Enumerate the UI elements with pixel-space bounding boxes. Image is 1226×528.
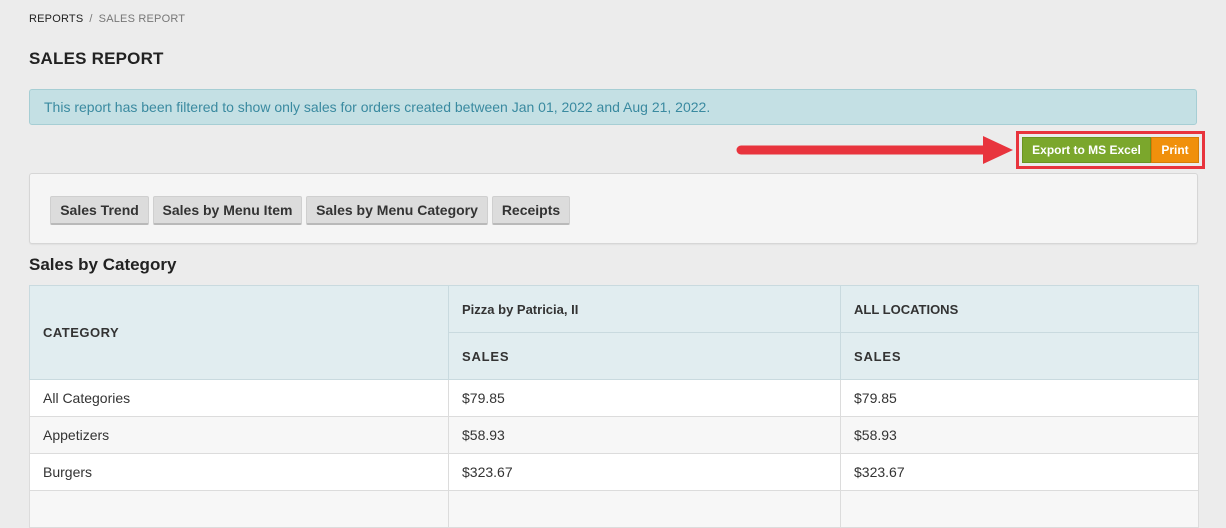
sales-cell: $323.67: [448, 453, 841, 491]
breadcrumb-current: SALES REPORT: [98, 13, 186, 25]
category-column-header: CATEGORY: [29, 285, 449, 380]
page-title: SALES REPORT: [29, 49, 164, 68]
location-header-all-locations: ALL LOCATIONS: [840, 285, 1199, 333]
category-cell: Burgers: [29, 453, 449, 491]
sales-cell: [840, 490, 1199, 528]
sales-cell: $79.85: [448, 379, 841, 417]
sales-cell: $79.85: [840, 379, 1199, 417]
sales-cell: $58.93: [448, 416, 841, 454]
table-row: Burgers $323.67 $323.67: [29, 453, 1199, 491]
breadcrumb-reports-link[interactable]: REPORTS: [29, 13, 83, 25]
print-button[interactable]: Print: [1151, 137, 1199, 163]
category-cell: [29, 490, 449, 528]
breadcrumb: REPORTS / SALES REPORT: [29, 12, 185, 26]
table-row: [29, 490, 1199, 528]
tab-receipts[interactable]: Receipts: [492, 196, 570, 225]
sales-cell: [448, 490, 841, 528]
sales-cell: $58.93: [840, 416, 1199, 454]
location-header-pizza-by-patricia: Pizza by Patricia, II: [448, 285, 841, 333]
category-cell: Appetizers: [29, 416, 449, 454]
table-row: All Categories $79.85 $79.85: [29, 379, 1199, 417]
sales-by-category-table: CATEGORY Pizza by Patricia, II ALL LOCAT…: [29, 285, 1199, 528]
sales-subheader: SALES: [840, 332, 1199, 380]
tab-sales-by-menu-category[interactable]: Sales by Menu Category: [306, 196, 488, 225]
breadcrumb-separator: /: [89, 13, 93, 25]
sales-subheader: SALES: [448, 332, 841, 380]
red-arrow-annotation: [736, 136, 1013, 164]
sales-cell: $323.67: [840, 453, 1199, 491]
report-tabs-panel: Sales Trend Sales by Menu Item Sales by …: [29, 173, 1198, 244]
tab-sales-trend[interactable]: Sales Trend: [50, 196, 149, 225]
export-excel-button[interactable]: Export to MS Excel: [1022, 137, 1151, 163]
filter-notice-alert: This report has been filtered to show on…: [29, 89, 1197, 125]
tab-sales-by-menu-item[interactable]: Sales by Menu Item: [153, 196, 302, 225]
category-cell: All Categories: [29, 379, 449, 417]
table-row: Appetizers $58.93 $58.93: [29, 416, 1199, 454]
section-title: Sales by Category: [29, 255, 177, 274]
